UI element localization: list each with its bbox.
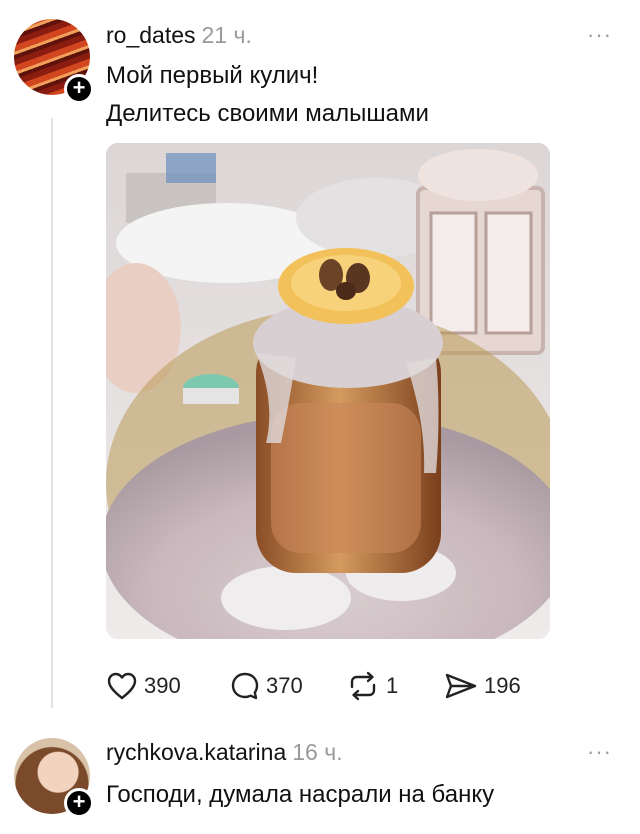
- more-options-icon[interactable]: ···: [587, 22, 612, 48]
- follow-plus-icon[interactable]: +: [64, 74, 94, 104]
- reply-text: Господи, думала насрали на банку: [106, 781, 495, 808]
- share-button[interactable]: 196: [444, 664, 521, 708]
- like-button[interactable]: 390: [106, 664, 181, 708]
- heart-icon: [107, 672, 137, 700]
- like-count: 390: [144, 673, 181, 698]
- follow-plus-icon[interactable]: +: [64, 788, 94, 818]
- repost-button[interactable]: 1: [346, 664, 398, 708]
- reply-username[interactable]: rychkova.katarina: [106, 739, 286, 765]
- post-text-line-1: Мой первый кулич!: [106, 62, 319, 89]
- thread-connector-line: [51, 118, 53, 708]
- comment-count: 370: [266, 673, 303, 698]
- reply-time: 16 ч.: [292, 739, 343, 765]
- comment-bubble-icon: [231, 672, 259, 700]
- more-options-icon[interactable]: ···: [587, 739, 612, 765]
- share-count: 196: [484, 673, 521, 698]
- post-username[interactable]: ro_dates: [106, 22, 196, 48]
- post-image[interactable]: [106, 143, 550, 639]
- kulich-photo: [106, 143, 550, 639]
- post-time: 21 ч.: [201, 22, 252, 48]
- reply-header: rychkova.katarina 16 ч.: [106, 739, 343, 766]
- post-header: ro_dates 21 ч.: [106, 22, 252, 49]
- comment-button[interactable]: 370: [230, 664, 303, 708]
- repost-icon: [350, 671, 376, 701]
- repost-count: 1: [386, 673, 399, 698]
- post-text-line-2: Делитесь своими малышами: [106, 100, 429, 127]
- send-icon: [445, 673, 477, 699]
